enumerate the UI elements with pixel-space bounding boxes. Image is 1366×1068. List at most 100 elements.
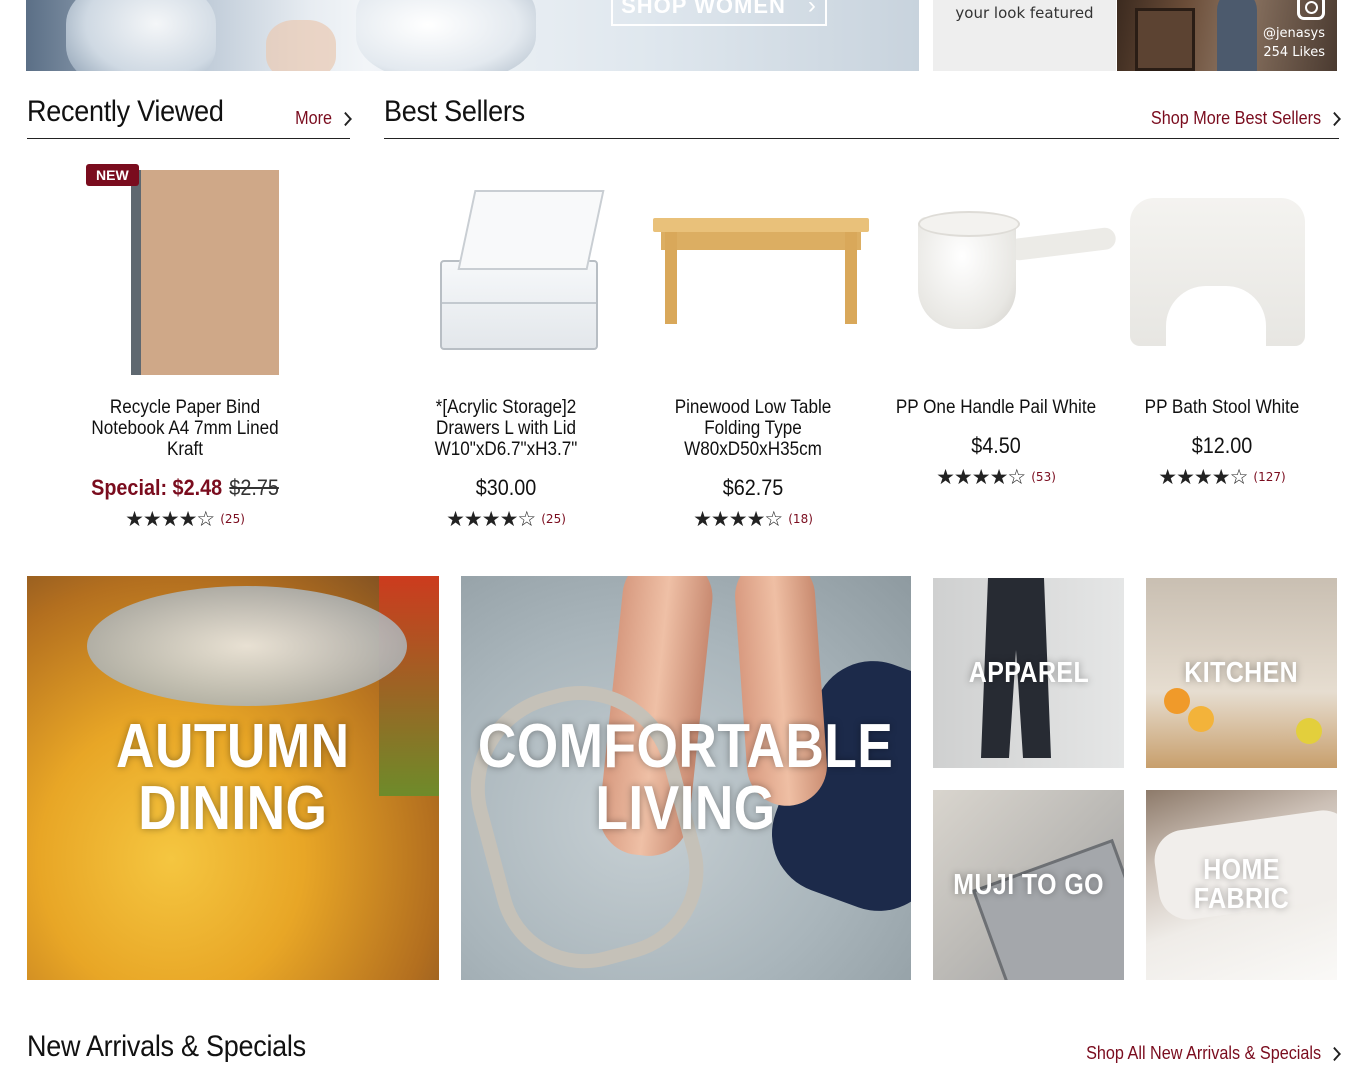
product-card-pinewood-table[interactable]: Pinewood Low Table Folding Type W80xD50x… [633, 160, 873, 531]
original-price: $2.75 [229, 475, 279, 500]
product-name[interactable]: *[Acrylic Storage]2 Drawers L with Lid W… [398, 397, 614, 460]
category-label: MUJI TO GO [953, 868, 1104, 901]
instagram-icon [1297, 0, 1325, 20]
product-image[interactable] [1122, 160, 1322, 380]
star-rating-icon: ★★★★☆ [125, 507, 215, 531]
hero-model-image [66, 0, 216, 71]
new-badge: NEW [86, 164, 139, 186]
orange-image [1188, 706, 1214, 732]
product-rating: ★★★★☆ (18) [633, 507, 873, 531]
instagram-meta: @jenasys 254 Likes [1263, 24, 1325, 62]
shop-women-button[interactable]: SHOP WOMEN › [611, 0, 827, 26]
category-tile-apparel[interactable]: APPAREL [933, 578, 1124, 768]
category-label-line: LIVING [595, 774, 777, 843]
hero-banner-women[interactable]: SHOP WOMEN › [26, 0, 919, 71]
recently-viewed-title: Recently Viewed [27, 95, 224, 128]
product-price: Special: $2.48 $2.75 [77, 475, 293, 501]
shop-more-best-sellers-label: Shop More Best Sellers [1150, 108, 1321, 128]
chevron-right-icon [1328, 1046, 1341, 1062]
more-link-label: More [295, 108, 332, 128]
new-arrivals-title: New Arrivals & Specials [27, 1030, 306, 1063]
category-label: AUTUMN DINING [116, 716, 350, 840]
orange-image [1164, 688, 1190, 714]
hero-model-shirt-image [356, 0, 536, 71]
table-apron-image [661, 232, 861, 250]
pail-handle-image [1007, 226, 1117, 262]
instagram-caption-panel: your look featured [933, 0, 1116, 71]
shop-all-new-arrivals-link[interactable]: Shop All New Arrivals & Specials [1085, 1043, 1341, 1064]
table-top-image [653, 218, 869, 232]
instagram-likes: 254 Likes [1263, 45, 1325, 60]
best-sellers-title: Best Sellers [384, 95, 525, 128]
notebook-image [131, 170, 279, 375]
acrylic-lid-image [457, 190, 605, 270]
category-tile-kitchen[interactable]: KITCHEN [1146, 578, 1337, 768]
product-image[interactable]: NEW [85, 160, 285, 380]
product-price: $62.75 [722, 475, 784, 500]
category-label: HOME FABRIC [1193, 854, 1290, 915]
star-rating-icon: ★★★★☆ [936, 465, 1026, 489]
product-price: $12.00 [1191, 433, 1253, 458]
suitcase-image [971, 838, 1124, 980]
doorway-image [1135, 8, 1195, 71]
customer-photo-person [1217, 0, 1257, 71]
category-tile-home-fabric[interactable]: HOME FABRIC [1146, 790, 1337, 980]
product-image[interactable] [896, 160, 1117, 380]
shop-all-new-arrivals-label: Shop All New Arrivals & Specials [1085, 1043, 1321, 1063]
product-card-notebook[interactable]: NEW Recycle Paper Bind Notebook A4 7mm L… [65, 160, 305, 531]
review-count[interactable]: (18) [788, 512, 813, 526]
table-leg-image [665, 232, 677, 324]
review-count[interactable]: (25) [220, 512, 245, 526]
category-tile-comfortable-living[interactable]: COMFORTABLE LIVING [461, 576, 911, 980]
product-card-bath-stool[interactable]: PP Bath Stool White $12.00 ★★★★☆ (127) [1102, 160, 1342, 489]
review-count[interactable]: (53) [1031, 470, 1056, 484]
product-image[interactable] [406, 160, 606, 380]
shop-more-best-sellers-link[interactable]: Shop More Best Sellers [1150, 108, 1341, 129]
chevron-right-icon: › [807, 0, 817, 19]
instagram-photo[interactable]: @jenasys 254 Likes [1117, 0, 1337, 71]
category-label: APPAREL [968, 656, 1089, 689]
new-arrivals-header: New Arrivals & Specials Shop All New Arr… [27, 1030, 1341, 1068]
product-rating: ★★★★☆ (127) [1102, 465, 1342, 489]
product-rating: ★★★★☆ (25) [386, 507, 626, 531]
product-image[interactable] [653, 160, 869, 380]
category-label: COMFORTABLE LIVING [478, 716, 893, 840]
recently-viewed-header: Recently Viewed More [27, 95, 352, 139]
category-label-line: COMFORTABLE [478, 712, 894, 781]
special-price: Special: $2.48 [91, 475, 223, 500]
best-sellers-header: Best Sellers Shop More Best Sellers [384, 95, 1341, 139]
review-count[interactable]: (127) [1253, 470, 1285, 484]
product-card-pail[interactable]: PP One Handle Pail White $4.50 ★★★★☆ (53… [876, 160, 1117, 489]
product-name[interactable]: Pinewood Low Table Folding Type W80xD50x… [645, 397, 861, 460]
glass-jar-image [87, 586, 407, 706]
star-rating-icon: ★★★★☆ [446, 507, 536, 531]
bath-stool-image [1130, 198, 1305, 348]
chevron-right-icon [1328, 111, 1341, 127]
product-name[interactable]: Recycle Paper Bind Notebook A4 7mm Lined… [77, 397, 293, 460]
category-label: KITCHEN [1184, 656, 1299, 689]
product-price: $30.00 [475, 475, 537, 500]
category-tile-muji-to-go[interactable]: MUJI TO GO [933, 790, 1124, 980]
product-name[interactable]: PP One Handle Pail White [888, 397, 1104, 418]
instagram-caption: your look featured [955, 4, 1094, 22]
instagram-handle: @jenasys [1262, 26, 1325, 41]
product-card-acrylic-storage[interactable]: *[Acrylic Storage]2 Drawers L with Lid W… [386, 160, 626, 531]
pail-image [918, 211, 1020, 329]
product-rating: ★★★★☆ (25) [65, 507, 305, 531]
category-label-line: AUTUMN [116, 712, 350, 781]
star-rating-icon: ★★★★☆ [693, 507, 783, 531]
product-name[interactable]: PP Bath Stool White [1114, 397, 1330, 418]
product-rating: ★★★★☆ (53) [876, 465, 1116, 489]
lemon-image [1296, 718, 1322, 744]
review-count[interactable]: (25) [541, 512, 566, 526]
star-rating-icon: ★★★★☆ [1158, 465, 1248, 489]
product-price: $4.50 [971, 433, 1021, 458]
hero-model-arm-image [266, 20, 336, 71]
recently-viewed-more-link[interactable]: More [295, 108, 352, 129]
shop-women-label: SHOP WOMEN [621, 0, 786, 18]
category-label-line: DINING [138, 774, 328, 843]
category-tile-autumn-dining[interactable]: AUTUMN DINING [27, 576, 439, 980]
table-leg-image [845, 232, 857, 324]
vegetables-image [379, 576, 439, 796]
acrylic-drawers-image [440, 260, 598, 350]
